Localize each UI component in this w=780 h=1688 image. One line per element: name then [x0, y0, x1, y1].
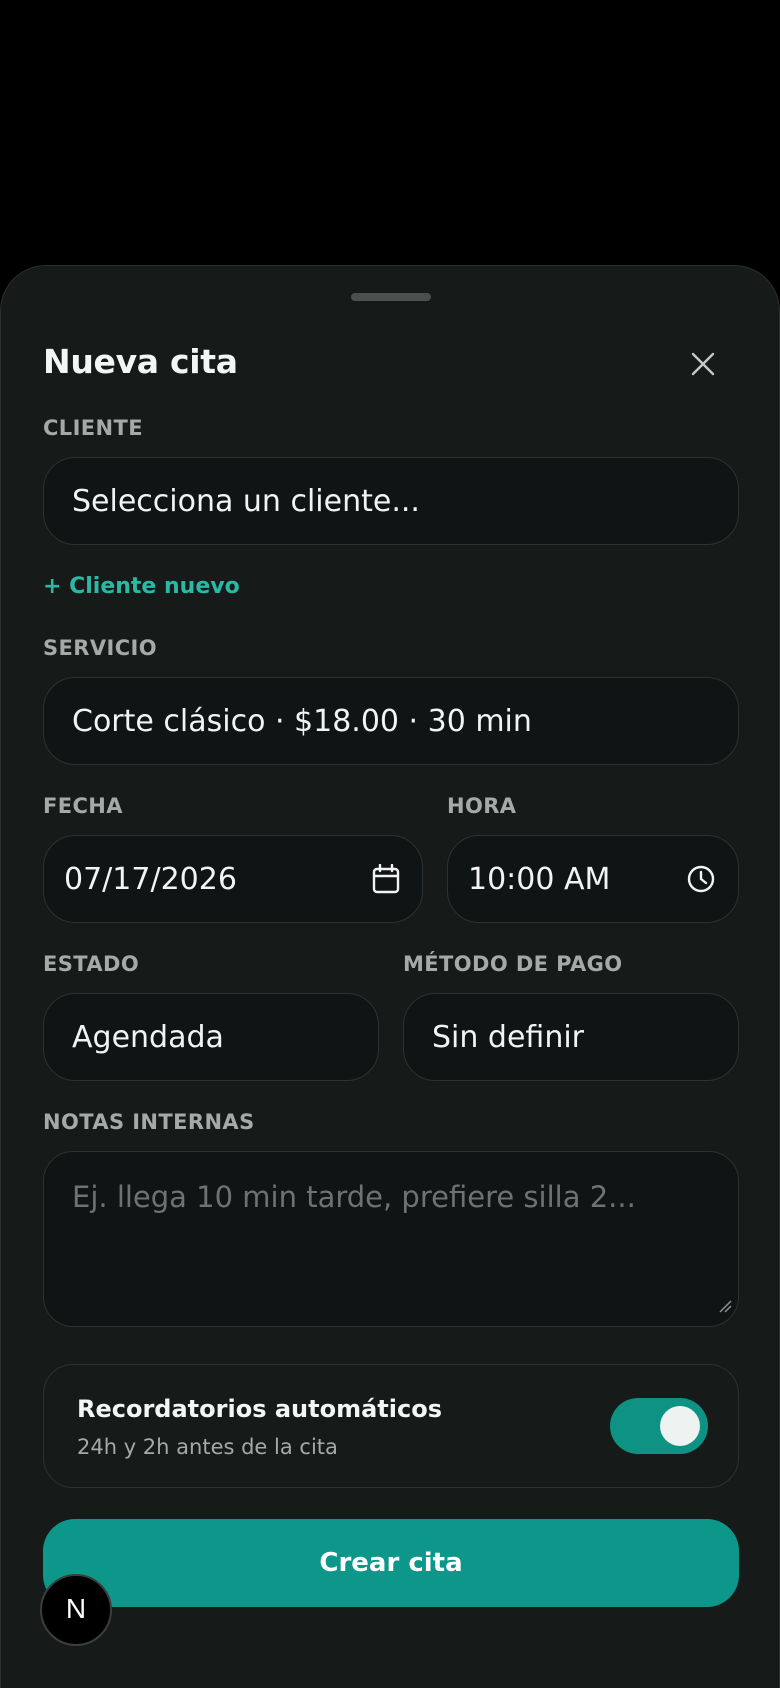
time-label: HORA — [447, 794, 517, 818]
reminders-title: Recordatorios automáticos — [77, 1395, 442, 1423]
toggle-knob — [660, 1406, 700, 1446]
date-input[interactable]: 07/17/2026 — [43, 835, 423, 923]
notes-textarea[interactable]: Ej. llega 10 min tarde, prefiere silla 2… — [43, 1151, 739, 1327]
service-label: SERVICIO — [43, 636, 157, 660]
client-select-value: Selecciona un cliente... — [72, 483, 420, 519]
reminders-card: Recordatorios automáticos 24h y 2h antes… — [43, 1364, 739, 1488]
clock-icon[interactable] — [686, 864, 716, 894]
payment-select[interactable]: Sin definir — [403, 993, 739, 1081]
client-select[interactable]: Selecciona un cliente... — [43, 457, 739, 545]
status-select[interactable]: Agendada — [43, 993, 379, 1081]
close-icon — [690, 351, 716, 381]
close-button[interactable] — [683, 346, 723, 386]
time-input[interactable]: 10:00 AM — [447, 835, 739, 923]
service-select[interactable]: Corte clásico · $18.00 · 30 min — [43, 677, 739, 765]
new-client-link[interactable]: + Cliente nuevo — [43, 574, 240, 599]
badge-letter: N — [66, 1593, 86, 1623]
time-input-value: 10:00 AM — [468, 861, 611, 897]
reminders-subtitle: 24h y 2h antes de la cita — [77, 1435, 338, 1459]
date-input-value: 07/17/2026 — [64, 861, 237, 897]
reminders-toggle[interactable] — [610, 1398, 708, 1454]
status-label: ESTADO — [43, 952, 140, 976]
next-dev-badge[interactable]: N — [40, 1574, 112, 1646]
payment-select-value: Sin definir — [432, 1019, 585, 1055]
status-select-value: Agendada — [72, 1019, 224, 1055]
appointment-sheet: Nueva cita CLIENTE Selecciona un cliente… — [0, 265, 780, 1688]
client-label: CLIENTE — [43, 416, 143, 440]
sheet-title: Nueva cita — [43, 342, 238, 381]
notes-placeholder: Ej. llega 10 min tarde, prefiere silla 2… — [72, 1180, 636, 1214]
resize-handle-icon[interactable] — [718, 1286, 732, 1320]
payment-label: MÉTODO DE PAGO — [403, 952, 623, 976]
notes-label: NOTAS INTERNAS — [43, 1110, 255, 1134]
service-select-value: Corte clásico · $18.00 · 30 min — [72, 703, 532, 739]
date-label: FECHA — [43, 794, 123, 818]
calendar-icon[interactable] — [372, 864, 400, 894]
drag-handle[interactable] — [351, 293, 431, 301]
create-appointment-button[interactable]: Crear cita — [43, 1519, 739, 1607]
next-logo-icon: N — [61, 1593, 91, 1627]
